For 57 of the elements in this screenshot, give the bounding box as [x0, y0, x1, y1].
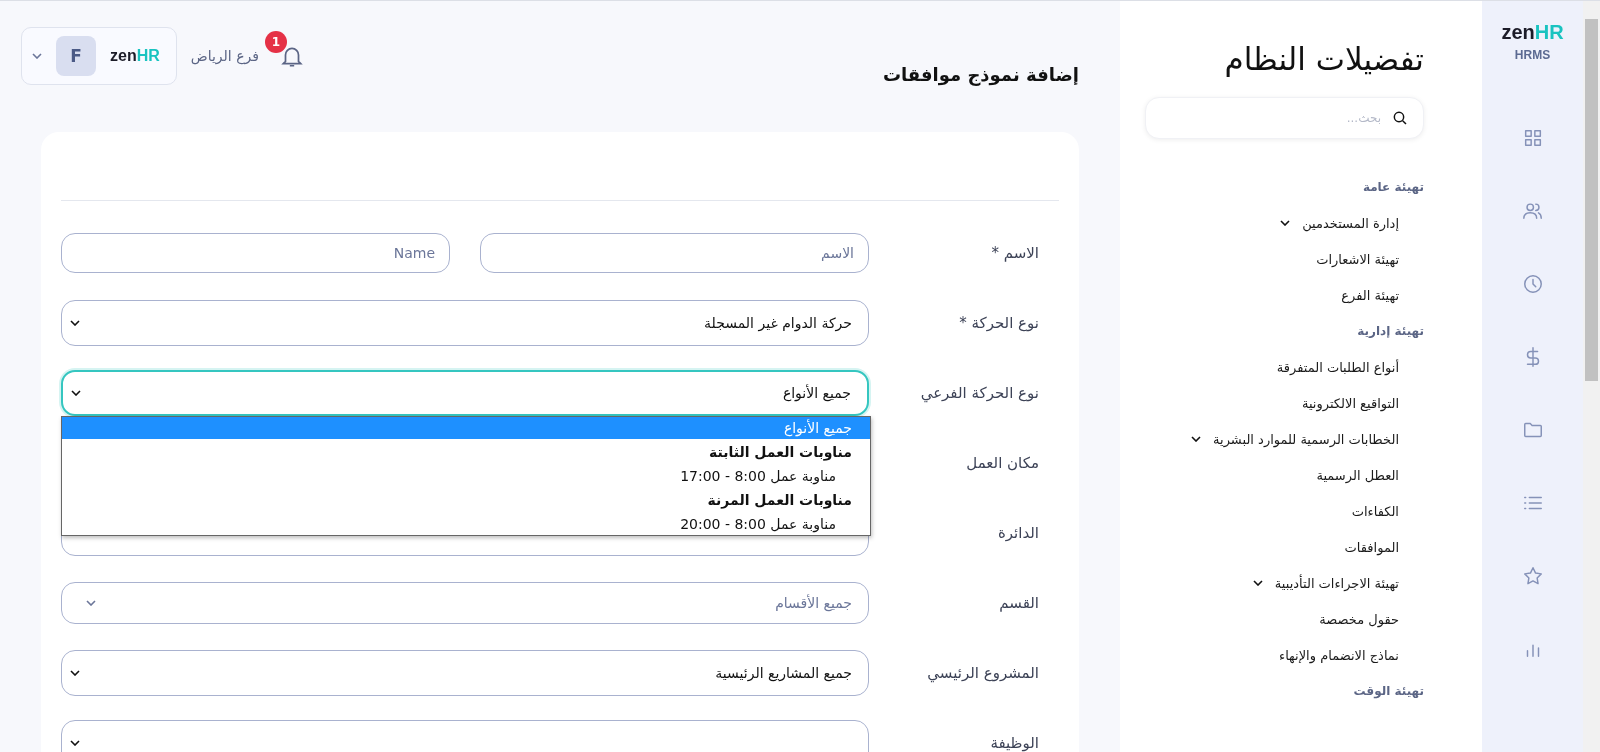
section-heading: تهيئة عامة: [1361, 179, 1424, 196]
menu-item[interactable]: العطل الرسمية: [1316, 457, 1399, 493]
menu-item[interactable]: نماذج الانضمام والإنهاء: [1279, 637, 1399, 673]
option-group-label: مناوبات العمل الثابتة: [708, 443, 853, 463]
section-heading: تهيئة الوقت: [1352, 683, 1424, 701]
menu-item[interactable]: تهيئة الفرع: [1341, 277, 1399, 313]
field-label: الوظيفة: [990, 734, 1039, 752]
menu-item[interactable]: تهيئة الاشعارات: [1316, 241, 1399, 277]
menu-item[interactable]: الكفاءات: [1351, 493, 1399, 529]
settings-title: تفضيلات النظام: [1223, 41, 1424, 77]
search-icon: [1392, 110, 1408, 126]
menu-item[interactable]: أنواع الطلبات المتفرقة: [1276, 349, 1399, 385]
dropdown-option[interactable]: مناوبة عمل 8:00 - 20:00: [62, 513, 870, 535]
section-heading: تهيئة إدارية: [1356, 323, 1424, 340]
chevron-icon: [70, 320, 80, 326]
account-switcher[interactable]: F zenHR: [21, 27, 177, 85]
option-group-label: مناوبات العمل المرنة: [706, 491, 853, 511]
star-icon[interactable]: [1521, 565, 1544, 587]
select-field[interactable]: حركة الدوام غير المسجلة: [61, 300, 869, 346]
menu-item[interactable]: التواقيع الالكترونية: [1301, 385, 1399, 421]
input-field[interactable]: الاسم: [480, 233, 869, 273]
notification-badge: 1: [265, 31, 287, 53]
scrollbar[interactable]: [1583, 1, 1600, 752]
field-label: نوع الحركة الفرعي: [920, 384, 1039, 402]
menu-item[interactable]: حقول مخصصة: [1319, 601, 1399, 637]
menu-item[interactable]: تهيئة الاجراءات التأديبية: [1252, 565, 1399, 601]
clock-icon[interactable]: [1521, 273, 1544, 295]
chevron-icon: [86, 600, 96, 606]
menu-item[interactable]: الخطابات الرسمية للموارد البشرية: [1191, 421, 1399, 457]
app-logo: zenHR: [1501, 21, 1564, 44]
chevron-icon: [32, 53, 42, 59]
branch-name: فرع الرياض: [190, 48, 259, 64]
avatar: F: [56, 36, 96, 76]
app-subtitle: HRMS: [1514, 48, 1551, 62]
chevron-icon: [1191, 436, 1202, 442]
field-label: المشروع الرئيسي: [927, 664, 1039, 682]
field-label: القسم: [999, 594, 1039, 612]
select-field[interactable]: جميع الأقسام: [61, 582, 869, 624]
chevron-icon: [1280, 220, 1291, 226]
menu-item[interactable]: إدارة المستخدمين: [1280, 205, 1399, 241]
menu-item[interactable]: الموافقات: [1344, 529, 1399, 565]
search-field[interactable]: بحث...: [1145, 97, 1424, 139]
users-icon[interactable]: [1521, 200, 1544, 222]
chevron-icon: [1252, 580, 1263, 586]
select-field[interactable]: جميع الأنواع: [61, 370, 869, 416]
select-field[interactable]: جميع المشاريع الرئيسية: [61, 650, 869, 696]
chevron-icon: [70, 670, 80, 676]
field-label: الاسم *: [991, 244, 1039, 262]
chevron-icon: [71, 390, 81, 396]
dropdown-option[interactable]: مناوبة عمل 8:00 - 17:00: [62, 465, 870, 487]
input-field[interactable]: Name: [61, 233, 450, 273]
field-label: الدائرة: [997, 524, 1039, 542]
field-label: مكان العمل: [966, 454, 1039, 472]
field-label: نوع الحركة *: [959, 314, 1039, 332]
page-title: إضافة نموذج موافقات: [882, 64, 1079, 85]
company-logo: zenHR: [110, 47, 160, 65]
chevron-icon: [70, 740, 80, 746]
